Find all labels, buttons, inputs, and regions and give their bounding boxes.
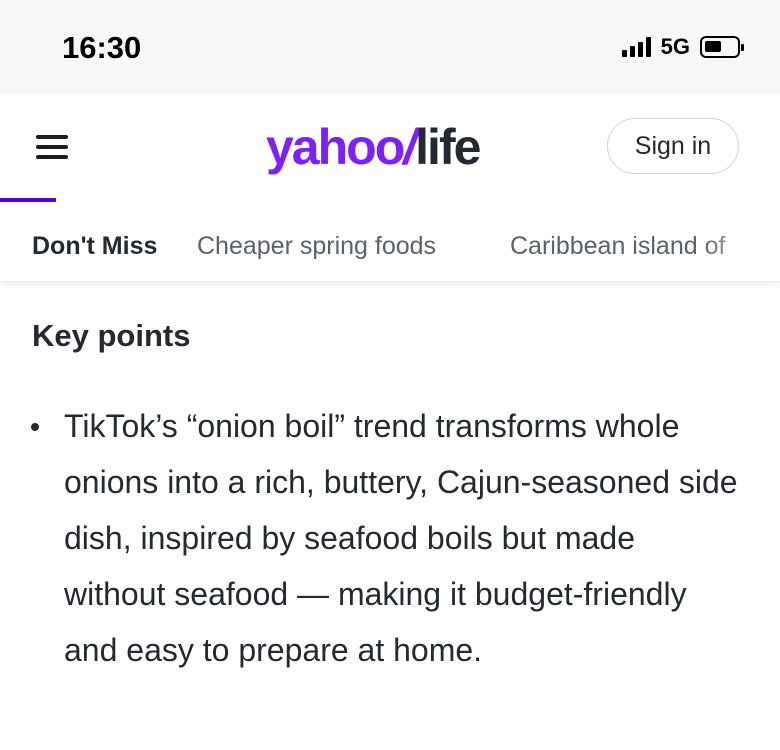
subnav-item-dont-miss[interactable]: Don't Miss bbox=[32, 232, 157, 261]
yahoo-life-logo[interactable]: yahoo/life bbox=[266, 117, 481, 177]
status-time: 16:30 bbox=[62, 30, 142, 65]
subnav-bar: Don't Miss Cheaper spring foods Caribbea… bbox=[0, 212, 780, 282]
logo-yahoo-text: yahoo bbox=[266, 119, 405, 175]
logo-life-text: life bbox=[415, 119, 481, 175]
article-content: Key points TikTok’s “onion boil” trend t… bbox=[0, 282, 780, 750]
sign-in-button[interactable]: Sign in bbox=[607, 118, 739, 174]
bullet-dot bbox=[31, 423, 39, 431]
menu-active-indicator bbox=[0, 198, 56, 202]
site-header: yahoo/life Sign in bbox=[0, 95, 780, 200]
subnav-item-caribbean-island[interactable]: Caribbean island of bbox=[510, 232, 725, 261]
signal-icon bbox=[621, 37, 651, 57]
subnav-fade bbox=[700, 212, 780, 281]
logo-slash: / bbox=[403, 119, 417, 175]
key-point-bullet: TikTok’s “onion boil” trend transforms w… bbox=[64, 408, 738, 668]
status-indicators: 5G bbox=[621, 34, 744, 60]
network-type: 5G bbox=[660, 34, 690, 59]
hamburger-menu-icon[interactable] bbox=[36, 133, 68, 161]
status-bar: 16:30 5G bbox=[0, 0, 780, 95]
battery-icon bbox=[700, 36, 744, 58]
key-points-title: Key points bbox=[32, 318, 191, 353]
subnav-item-cheaper-spring-foods[interactable]: Cheaper spring foods bbox=[197, 232, 436, 261]
